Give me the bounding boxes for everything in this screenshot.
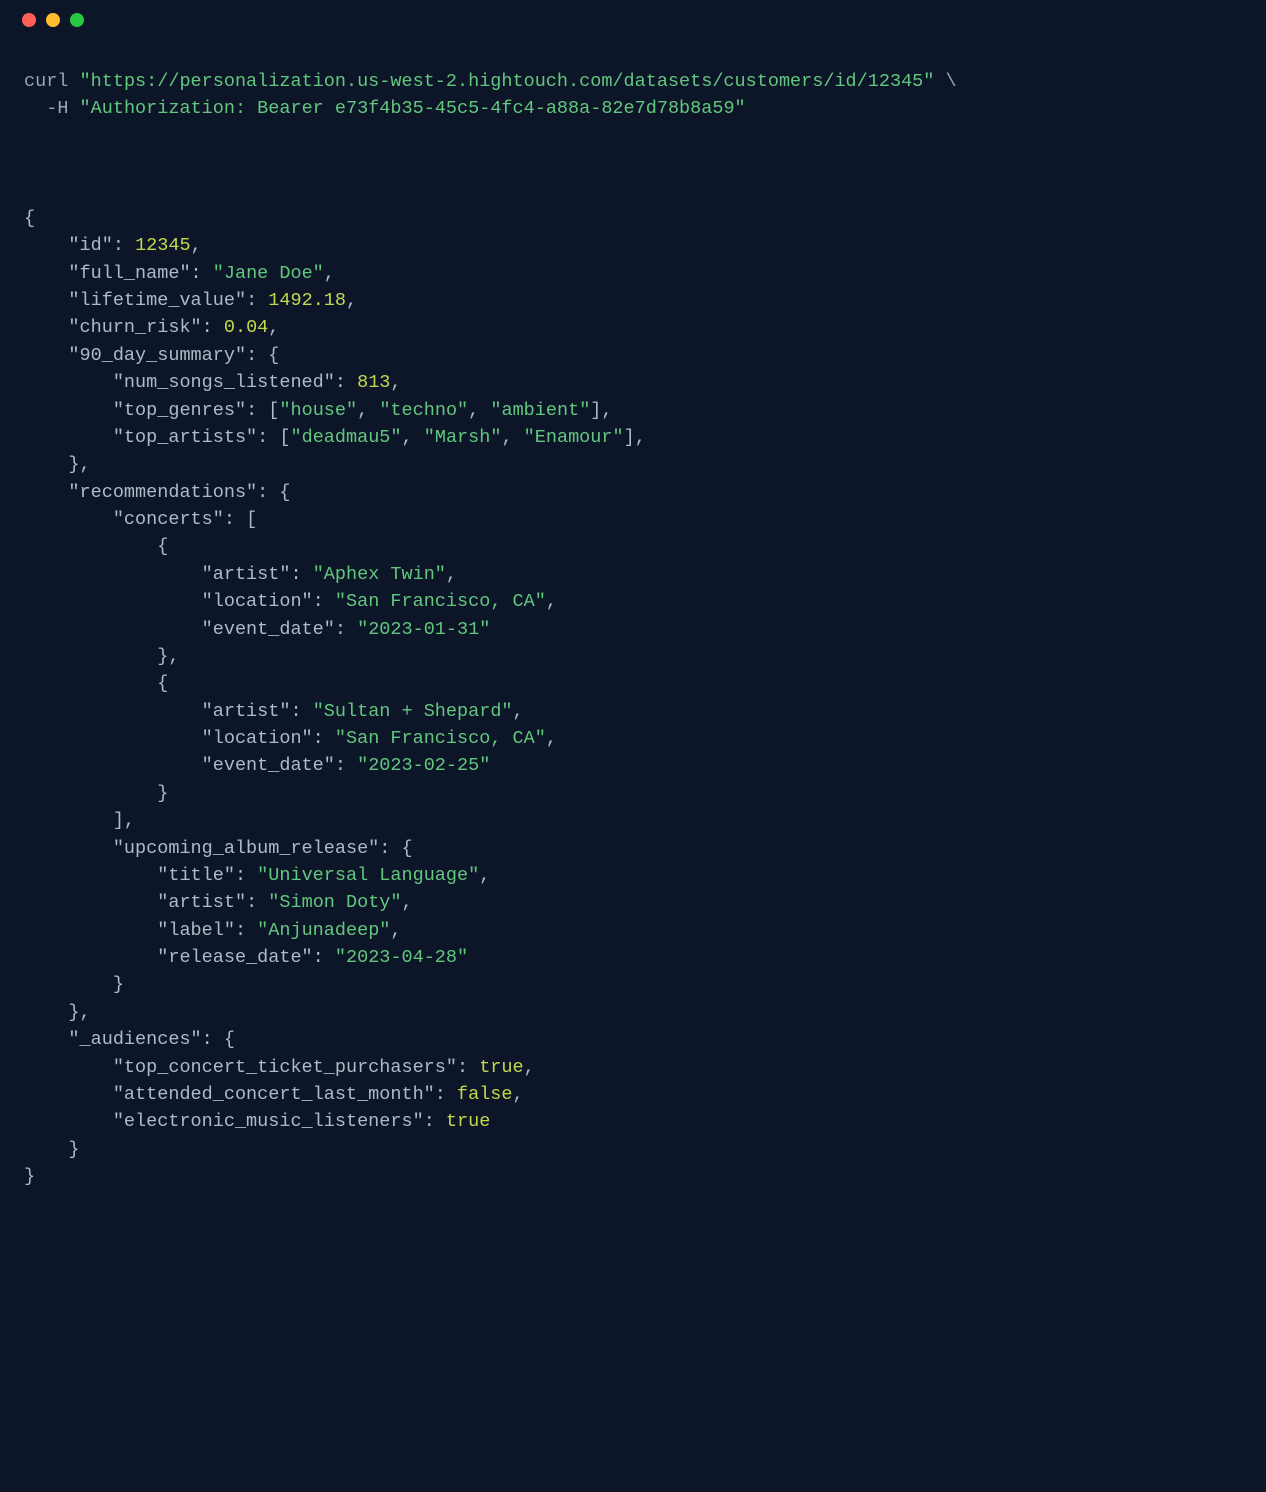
json-key-al-date: "release_date" xyxy=(157,947,312,968)
json-key-topgenres: "top_genres" xyxy=(113,400,246,421)
json-artist-2: "Marsh" xyxy=(424,427,502,448)
json-key-c2-loc: "location" xyxy=(202,728,313,749)
json-val-id: 12345 xyxy=(135,235,191,256)
json-val-c1-loc: "San Francisco, CA" xyxy=(335,591,546,612)
json-key-churn: "churn_risk" xyxy=(68,317,201,338)
json-open: { xyxy=(24,208,35,229)
curl-command: curl xyxy=(24,71,68,92)
json-key-al-label: "label" xyxy=(157,920,235,941)
json-key-topartists: "top_artists" xyxy=(113,427,257,448)
json-key-aud2: "attended_concert_last_month" xyxy=(113,1084,435,1105)
json-genre-3: "ambient" xyxy=(490,400,590,421)
zoom-icon[interactable] xyxy=(70,13,84,27)
json-val-al-label: "Anjunadeep" xyxy=(257,920,390,941)
json-key-c1-date: "event_date" xyxy=(202,619,335,640)
json-artist-3: "Enamour" xyxy=(524,427,624,448)
json-val-al-date: "2023-04-28" xyxy=(335,947,468,968)
curl-header: "Authorization: Bearer e73f4b35-45c5-4fc… xyxy=(80,98,746,119)
json-val-al-artist: "Simon Doty" xyxy=(268,892,401,913)
json-key-aud3: "electronic_music_listeners" xyxy=(113,1111,424,1132)
json-key-ltv: "lifetime_value" xyxy=(68,290,246,311)
line-continuation: \ xyxy=(945,71,956,92)
minimize-icon[interactable] xyxy=(46,13,60,27)
json-key-al-title: "title" xyxy=(157,865,235,886)
window-titlebar xyxy=(0,0,1266,40)
json-val-al-title: "Universal Language" xyxy=(257,865,479,886)
json-key-audiences: "_audiences" xyxy=(68,1029,201,1050)
json-val-aud3: true xyxy=(446,1111,490,1132)
json-key-fullname: "full_name" xyxy=(68,263,190,284)
json-key-concerts: "concerts" xyxy=(113,509,224,530)
json-val-aud1: true xyxy=(479,1057,523,1078)
json-key-summary: "90_day_summary" xyxy=(68,345,246,366)
json-val-numsongs: 813 xyxy=(357,372,390,393)
json-key-c1-artist: "artist" xyxy=(202,564,291,585)
json-key-c2-artist: "artist" xyxy=(202,701,291,722)
json-key-c1-loc: "location" xyxy=(202,591,313,612)
json-val-churn: 0.04 xyxy=(224,317,268,338)
json-genre-1: "house" xyxy=(279,400,357,421)
json-val-c1-date: "2023-01-31" xyxy=(357,619,490,640)
json-key-id: "id" xyxy=(68,235,112,256)
terminal-content: curl "https://personalization.us-west-2.… xyxy=(0,40,1266,1220)
terminal-window: curl "https://personalization.us-west-2.… xyxy=(0,0,1266,1492)
json-val-ltv: 1492.18 xyxy=(268,290,346,311)
json-key-al-artist: "artist" xyxy=(157,892,246,913)
close-icon[interactable] xyxy=(22,13,36,27)
json-artist-1: "deadmau5" xyxy=(290,427,401,448)
json-genre-2: "techno" xyxy=(379,400,468,421)
json-val-c2-artist: "Sultan + Shepard" xyxy=(313,701,513,722)
json-val-c1-artist: "Aphex Twin" xyxy=(313,564,446,585)
json-key-recs: "recommendations" xyxy=(68,482,257,503)
json-val-c2-date: "2023-02-25" xyxy=(357,755,490,776)
curl-flag: -H xyxy=(46,98,68,119)
json-val-fullname: "Jane Doe" xyxy=(213,263,324,284)
json-key-numsongs: "num_songs_listened" xyxy=(113,372,335,393)
json-key-aud1: "top_concert_ticket_purchasers" xyxy=(113,1057,457,1078)
json-val-c2-loc: "San Francisco, CA" xyxy=(335,728,546,749)
json-val-aud2: false xyxy=(457,1084,513,1105)
json-key-c2-date: "event_date" xyxy=(202,755,335,776)
json-close: } xyxy=(24,1166,35,1187)
curl-url: "https://personalization.us-west-2.hight… xyxy=(80,71,935,92)
json-key-album: "upcoming_album_release" xyxy=(113,838,379,859)
